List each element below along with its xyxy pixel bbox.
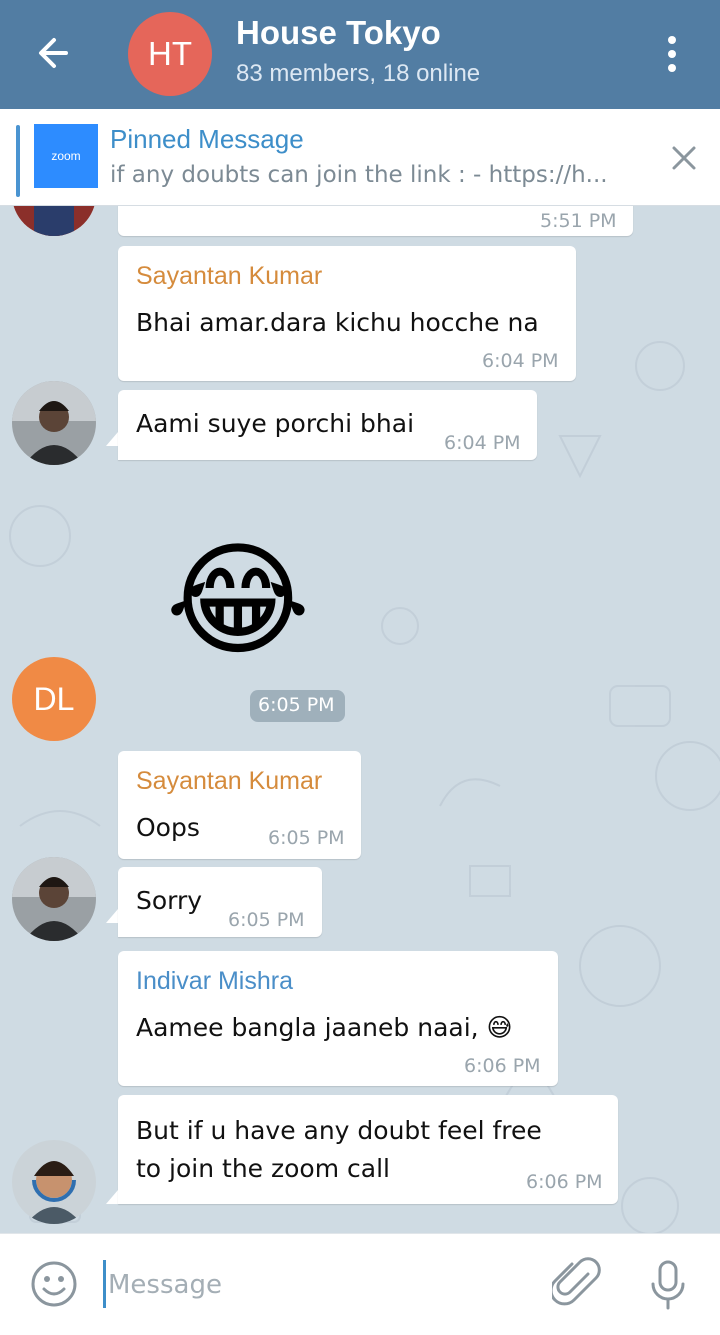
microphone-icon[interactable] bbox=[648, 1256, 688, 1312]
message-bubble[interactable]: Sayantan Kumar Bhai amar.dara kichu hocc… bbox=[118, 246, 576, 381]
paperclip-icon[interactable] bbox=[549, 1256, 602, 1312]
pinned-text[interactable]: if any doubts can join the link : - http… bbox=[110, 162, 640, 188]
message-bubble[interactable]: Aami suye porchi bhai 6:04 PM bbox=[118, 390, 537, 460]
pinned-accent-bar bbox=[16, 125, 20, 197]
message-input[interactable] bbox=[108, 1260, 528, 1310]
message-text: Bhai amar.dara kichu hocche na bbox=[136, 308, 539, 337]
zoom-thumb-label: zoom bbox=[51, 149, 81, 163]
message-text: Aamee bangla jaaneb naai, 😅 bbox=[136, 1013, 513, 1042]
message-time: 6:06 PM bbox=[526, 1171, 603, 1193]
zoom-thumbnail: zoom bbox=[34, 124, 98, 188]
member-count: 83 members, 18 online bbox=[236, 60, 481, 87]
back-arrow-icon[interactable] bbox=[30, 30, 80, 76]
sender-name[interactable]: Sayantan Kumar bbox=[136, 262, 322, 291]
message-bubble[interactable]: Sayantan Kumar Oops 6:05 PM bbox=[118, 751, 361, 859]
bubble-tail bbox=[106, 1190, 118, 1204]
close-icon[interactable] bbox=[664, 138, 704, 178]
avatar[interactable] bbox=[12, 381, 96, 465]
sender-name[interactable]: Indivar Mishra bbox=[136, 967, 293, 996]
avatar[interactable] bbox=[12, 1140, 96, 1224]
more-options-icon[interactable] bbox=[656, 32, 688, 76]
group-avatar-initials: HT bbox=[148, 35, 192, 72]
message-input-bar bbox=[0, 1233, 720, 1335]
message-bubble[interactable]: Sorry 6:05 PM bbox=[118, 867, 322, 937]
group-avatar[interactable]: HT bbox=[128, 12, 212, 96]
avatar-initials: DL bbox=[33, 680, 75, 717]
message-time: 6:05 PM bbox=[228, 909, 305, 931]
message-time: 6:05 PM bbox=[258, 694, 335, 716]
emoji-icon[interactable] bbox=[28, 1258, 80, 1310]
message-text: Oops bbox=[136, 813, 200, 842]
message-list[interactable]: 5:51 PM Sayantan Kumar Bhai amar.dara ki… bbox=[0, 206, 720, 1233]
sticker-time-badge: 6:05 PM bbox=[250, 690, 345, 722]
bubble-tail bbox=[106, 432, 118, 446]
message-bubble[interactable]: Indivar Mishra Aamee bangla jaaneb naai,… bbox=[118, 951, 558, 1086]
chat-title[interactable]: House Tokyo bbox=[236, 14, 441, 52]
message-text-line: But if u have any doubt feel free bbox=[136, 1116, 542, 1145]
message-time: 5:51 PM bbox=[540, 210, 617, 232]
text-cursor bbox=[103, 1260, 106, 1308]
pinned-title: Pinned Message bbox=[110, 124, 304, 154]
avatar[interactable]: DL bbox=[12, 657, 96, 741]
pinned-message-bar[interactable] bbox=[0, 109, 720, 206]
avatar[interactable] bbox=[12, 857, 96, 941]
sender-name[interactable]: Sayantan Kumar bbox=[136, 767, 322, 796]
message-text: Aami suye porchi bhai bbox=[136, 409, 415, 438]
bubble-tail bbox=[106, 909, 118, 923]
message-text: Sorry bbox=[136, 886, 203, 915]
message-time: 6:05 PM bbox=[268, 827, 345, 849]
message-bubble[interactable]: 5:51 PM bbox=[118, 206, 633, 236]
message-time: 6:04 PM bbox=[482, 350, 559, 372]
message-text-line: to join the zoom call bbox=[136, 1154, 390, 1183]
message-time: 6:06 PM bbox=[464, 1055, 541, 1077]
chat-header: HT House Tokyo 83 members, 18 online bbox=[0, 0, 720, 109]
message-time: 6:04 PM bbox=[444, 432, 521, 454]
laughing-emoji-sticker[interactable]: 😂 bbox=[158, 531, 318, 671]
message-bubble[interactable]: But if u have any doubt feel free to joi… bbox=[118, 1095, 618, 1204]
